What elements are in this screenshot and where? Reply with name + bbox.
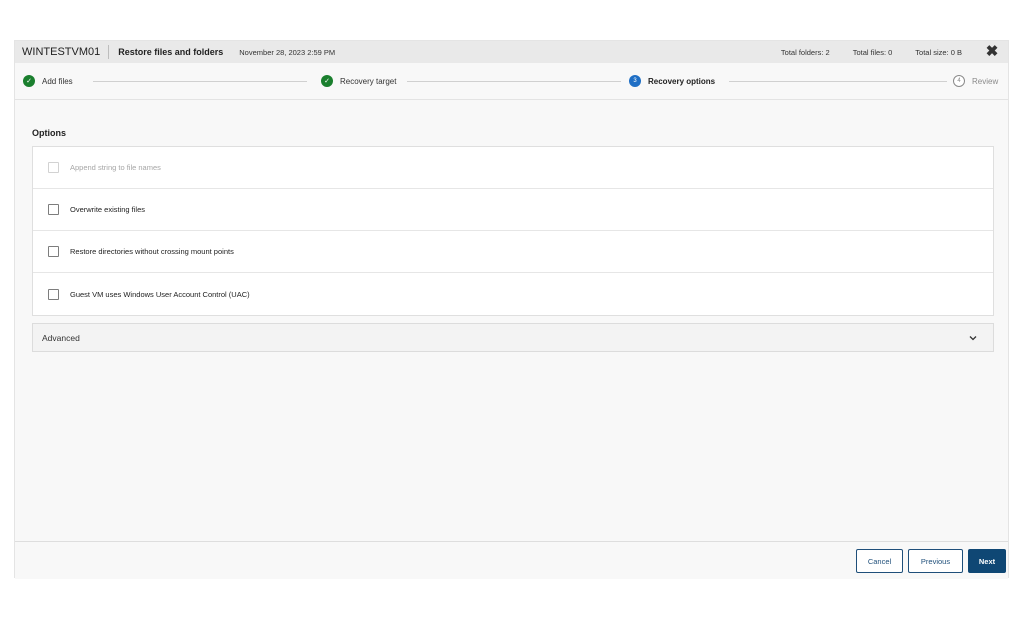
step-connector: [729, 81, 951, 82]
checkbox: [48, 162, 59, 173]
advanced-section-toggle[interactable]: Advanced: [32, 323, 994, 352]
step-label: Add files: [42, 76, 73, 86]
step-label: Review: [972, 76, 999, 86]
total-files: Total files: 0: [852, 47, 893, 57]
dialog-footer: Cancel Previous Next: [15, 541, 1008, 579]
step-connector: [407, 81, 621, 82]
option-label: Append string to file names: [70, 163, 161, 172]
cancel-button[interactable]: Cancel: [856, 549, 903, 573]
option-guest-uac[interactable]: Guest VM uses Windows User Account Contr…: [33, 273, 993, 315]
option-label: Overwrite existing files: [70, 205, 146, 214]
step-recovery-options[interactable]: 3 Recovery options: [623, 75, 722, 87]
total-folders: Total folders: 2: [780, 47, 830, 57]
vm-name: WINTESTVM01: [15, 45, 110, 59]
step-number-icon: 4: [953, 75, 965, 87]
options-list: Append string to file names Overwrite ex…: [32, 146, 994, 316]
dialog-header: WINTESTVM01 Restore files and folders No…: [15, 41, 1008, 63]
option-overwrite-existing[interactable]: Overwrite existing files: [33, 189, 993, 231]
check-icon: ✓: [23, 75, 35, 87]
step-connector: [93, 81, 307, 82]
option-no-cross-mount[interactable]: Restore directories without crossing mou…: [33, 231, 993, 273]
chevron-down-icon: [969, 336, 977, 341]
step-recovery-target[interactable]: ✓ Recovery target: [315, 75, 403, 87]
check-icon: ✓: [321, 75, 333, 87]
step-review[interactable]: 4 Review: [947, 75, 1005, 87]
advanced-label: Advanced: [42, 332, 80, 343]
option-label: Restore directories without crossing mou…: [70, 247, 234, 256]
restore-dialog: WINTESTVM01 Restore files and folders No…: [14, 40, 1009, 579]
restore-date: November 28, 2023 2:59 PM: [239, 47, 336, 57]
previous-button[interactable]: Previous: [908, 549, 963, 573]
option-append-string: Append string to file names: [33, 147, 993, 189]
checkbox[interactable]: [48, 288, 59, 300]
total-size: Total size: 0 B: [915, 47, 962, 57]
checkbox[interactable]: [48, 246, 59, 257]
step-number-icon: 3: [629, 75, 641, 87]
restore-stats: Total folders: 2 Total files: 0 Total si…: [781, 41, 962, 63]
options-title: Options: [32, 128, 66, 138]
step-label: Recovery options: [648, 76, 716, 86]
next-button[interactable]: Next: [968, 549, 1006, 573]
dialog-title: Restore files and folders: [118, 47, 224, 57]
option-label: Guest VM uses Windows User Account Contr…: [70, 289, 250, 299]
step-add-files[interactable]: ✓ Add files: [23, 75, 79, 87]
close-icon[interactable]: ✖: [984, 44, 1000, 60]
step-label: Recovery target: [340, 76, 397, 86]
checkbox[interactable]: [48, 204, 59, 215]
wizard-stepper: ✓ Add files ✓ Recovery target 3 Recovery…: [15, 63, 1008, 100]
